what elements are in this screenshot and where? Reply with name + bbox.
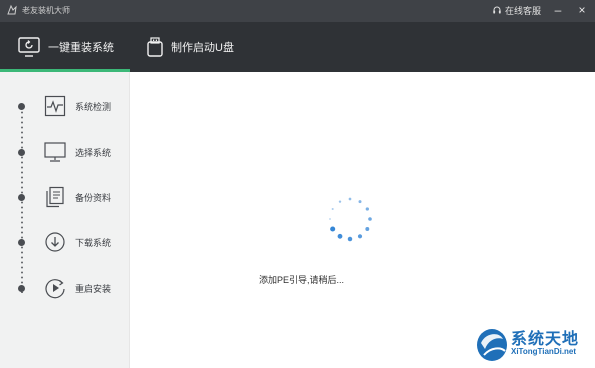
tab-label: 一键重装系统 xyxy=(48,42,114,54)
minimize-button[interactable]: – xyxy=(551,3,565,17)
spinner-dot xyxy=(365,207,369,211)
watermark-logo: 系统天地 XiTongTianDi.net xyxy=(475,320,595,368)
title-bar: 老友装机大师 在线客服 – × xyxy=(0,0,595,22)
spinner-dot xyxy=(358,200,362,204)
step-select-system[interactable]: 选择系统 xyxy=(0,135,130,169)
step-node xyxy=(18,238,25,246)
pulse-monitor-icon xyxy=(44,95,66,117)
app-logo-icon xyxy=(7,4,17,15)
step-label: 备份资料 xyxy=(75,192,112,203)
spinner-dot xyxy=(331,207,334,211)
documents-icon xyxy=(46,186,64,208)
step-label: 重启安装 xyxy=(75,283,112,294)
headset-icon xyxy=(493,6,501,14)
step-label: 选择系统 xyxy=(75,147,112,158)
step-system-check[interactable]: 系统检测 xyxy=(0,89,130,123)
step-node xyxy=(18,102,25,110)
app-title-group: 老友装机大师 xyxy=(6,4,70,16)
spinner-dot xyxy=(348,197,352,201)
status-text: 添加PE引导,请稍后... xyxy=(259,275,345,285)
download-icon xyxy=(45,232,65,252)
step-node xyxy=(18,284,25,292)
step-node xyxy=(18,148,25,156)
close-button[interactable]: × xyxy=(575,3,589,17)
tab-bar: 一键重装系统 制作启动U盘 xyxy=(0,22,595,72)
watermark-emblem-icon xyxy=(477,329,507,361)
usb-drive-icon xyxy=(147,37,163,57)
monitor-refresh-icon xyxy=(18,37,40,57)
tab-one-click-reinstall[interactable]: 一键重装系统 xyxy=(0,22,130,72)
restart-play-icon xyxy=(45,279,65,299)
steps-sidebar: 系统检测 选择系统 备份资料 下载系统 重启安装 xyxy=(0,72,130,368)
step-download-system[interactable]: 下载系统 xyxy=(0,225,130,259)
loading-spinner-icon xyxy=(329,197,372,242)
online-support-label: 在线客服 xyxy=(504,5,541,16)
tab-label: 制作启动U盘 xyxy=(171,42,234,54)
step-label: 下载系统 xyxy=(75,237,112,248)
spinner-dot xyxy=(347,236,353,242)
app-title: 老友装机大师 xyxy=(22,5,70,15)
spinner-dot xyxy=(368,217,372,221)
desktop-icon xyxy=(44,142,66,162)
watermark-url: XiTongTianDi.net xyxy=(511,347,577,356)
spinner-dot xyxy=(337,233,343,239)
step-backup-data[interactable]: 备份资料 xyxy=(0,180,130,214)
spinner-dot xyxy=(329,218,331,220)
step-restart-install[interactable]: 重启安装 xyxy=(0,271,130,305)
title-bar-controls: 在线客服 – × xyxy=(492,3,589,17)
watermark-title: 系统天地 xyxy=(511,331,580,348)
tab-make-usb[interactable]: 制作启动U盘 xyxy=(147,22,234,72)
spinner-dot xyxy=(338,200,342,203)
online-support-button[interactable]: 在线客服 xyxy=(492,4,541,17)
spinner-dot xyxy=(357,234,363,239)
spinner-dot xyxy=(365,227,370,231)
spinner-dot xyxy=(330,226,336,232)
step-node xyxy=(18,193,25,201)
step-label: 系统检测 xyxy=(75,101,112,112)
